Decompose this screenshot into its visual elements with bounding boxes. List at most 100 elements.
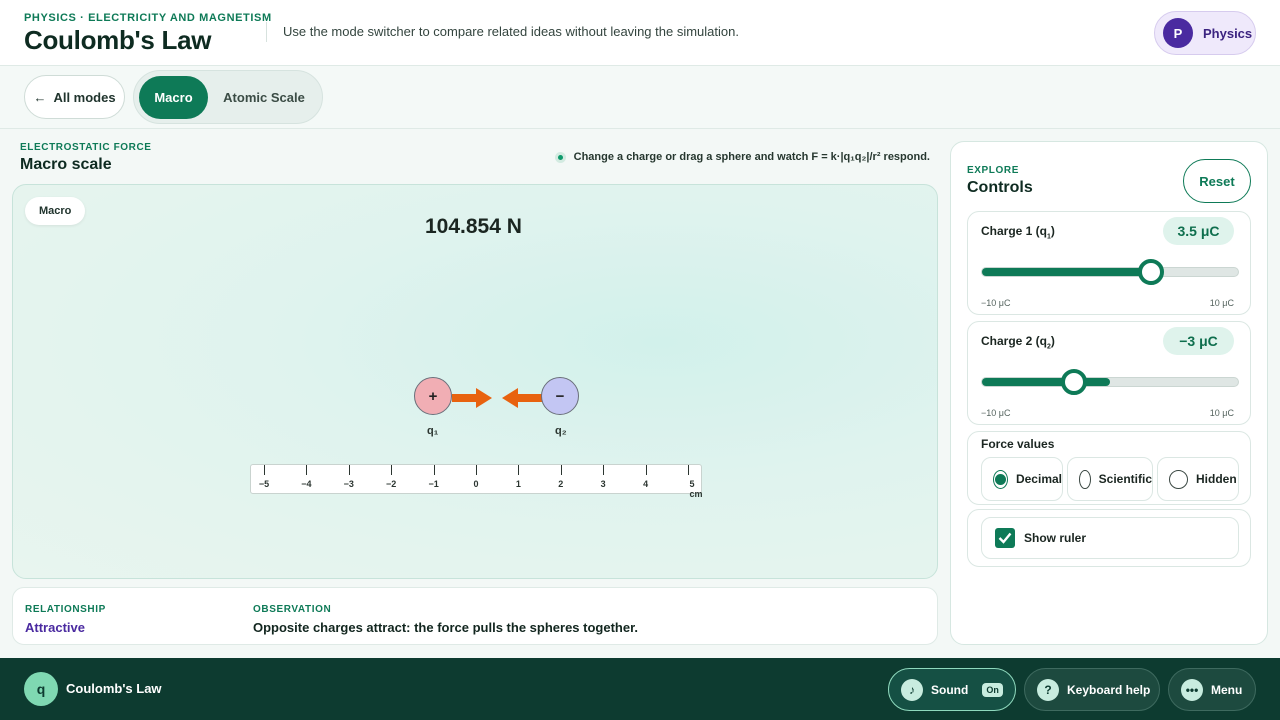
question-icon: ?	[1037, 678, 1059, 701]
radio-scientific-label: Scientific	[1098, 472, 1152, 486]
show-ruler-label: Show ruler	[1024, 531, 1087, 545]
sphere-2-label: q₂	[555, 425, 567, 437]
app-header: PHYSICS · ELECTRICITY AND MAGNETISM Coul…	[0, 0, 1280, 66]
mode-bar: ← All modes Macro Atomic Scale	[0, 66, 1280, 129]
ruler-tick-label: −3	[343, 479, 354, 489]
mode-switcher: Macro Atomic Scale	[133, 70, 323, 124]
sphere-1-label: q₁	[427, 425, 439, 437]
ruler-tick	[348, 465, 350, 475]
ruler-tick-label: −5	[258, 479, 270, 489]
charge-2-slider[interactable]	[981, 369, 1239, 395]
relationship-card: RELATIONSHIP Attractive OBSERVATION Oppo…	[12, 587, 938, 645]
show-ruler-checkbox[interactable]: Show ruler	[981, 517, 1239, 559]
force-values-label: Force values	[981, 437, 1055, 451]
charge-1-slider-fill	[982, 268, 1151, 276]
charge-2-label: Charge 2 (q2)	[981, 334, 1055, 351]
charge-1-control: Charge 1 (q1) 3.5 μC −10 μC 10 μC	[967, 211, 1251, 315]
ruler-tick	[306, 465, 308, 475]
ruler-tick-label: 0	[473, 479, 479, 489]
section-title: Macro scale	[20, 156, 112, 173]
charge-2-slider-fill	[982, 378, 1110, 386]
keyboard-help-button[interactable]: ? Keyboard help	[1024, 668, 1160, 711]
app-logo: q	[24, 672, 58, 706]
charge-2-min: −10 μC	[981, 408, 1011, 418]
force-arrow-right-icon	[452, 388, 492, 408]
simulation-stage: Macro 104.854 N + q₁ − q₂ −5 −4 −3 −2 −1 0 1 2 3…	[12, 184, 938, 579]
ruler-tick	[476, 465, 477, 475]
charge-sphere-2[interactable]: −	[541, 377, 579, 415]
radio-decimal[interactable]: Decimal	[981, 457, 1063, 501]
show-ruler-control: Show ruler	[967, 509, 1251, 567]
ruler-tick	[433, 465, 435, 475]
ruler-tick-label: 4	[643, 479, 649, 489]
radio-scientific[interactable]: Scientific	[1067, 457, 1153, 501]
ruler-tick-label: 1	[515, 479, 521, 489]
charge-2-control: Charge 2 (q2) −3 μC −10 μC 10 μC	[967, 321, 1251, 425]
reset-button[interactable]: Reset	[1183, 159, 1251, 203]
subject-profile-button[interactable]: P Physics	[1154, 11, 1256, 55]
subject-breadcrumb: PHYSICS · ELECTRICITY AND MAGNETISM	[24, 12, 272, 24]
charge-sphere-1[interactable]: +	[414, 377, 452, 415]
ruler-tick-label: 5 cm	[689, 479, 703, 499]
ruler-tick-label: 2	[558, 479, 564, 489]
charge-1-value: 3.5 μC	[1163, 217, 1234, 245]
relationship-value: Attractive	[25, 620, 85, 635]
panel-title: Controls	[967, 179, 1033, 196]
force-arrow-left-icon	[502, 388, 542, 408]
all-modes-label: All modes	[53, 89, 116, 105]
footer-title: Coulomb's Law	[66, 681, 162, 696]
header-description: Use the mode switcher to compare related…	[283, 24, 739, 39]
force-values-control: Force values Decimal Scientific Hidden	[967, 431, 1251, 505]
instruction-hint: Change a charge or drag a sphere and wat…	[554, 151, 930, 163]
radio-unselected-icon	[1079, 469, 1091, 489]
panel-eyebrow: EXPLORE	[967, 165, 1019, 176]
ruler-tick-label: −4	[301, 479, 312, 489]
status-dot-icon	[554, 151, 566, 163]
section-eyebrow: ELECTROSTATIC FORCE	[20, 142, 152, 153]
stage-mode-chip: Macro	[25, 197, 86, 225]
radio-hidden[interactable]: Hidden	[1157, 457, 1239, 501]
mode-tab-macro[interactable]: Macro	[139, 76, 208, 119]
charge-1-slider-thumb[interactable]	[1137, 259, 1164, 285]
observation-label: OBSERVATION	[253, 604, 332, 615]
ruler-tick	[264, 465, 265, 475]
sound-toggle-button[interactable]: ♪ Sound On	[888, 668, 1016, 711]
sound-label: Sound	[931, 682, 969, 697]
charge-2-max: 10 μC	[1209, 408, 1234, 418]
ruler-tick-label: −1	[428, 479, 439, 489]
ruler-tick	[645, 465, 647, 475]
keyboard-help-label: Keyboard help	[1067, 682, 1151, 697]
menu-button[interactable]: ••• Menu	[1168, 668, 1256, 711]
radio-hidden-label: Hidden	[1196, 472, 1237, 486]
all-modes-button[interactable]: ← All modes	[24, 75, 125, 119]
ruler-tick	[391, 465, 393, 475]
avatar: P	[1163, 18, 1193, 48]
charge-1-slider[interactable]	[981, 259, 1239, 285]
ruler-tick	[518, 465, 520, 475]
header-divider	[266, 22, 267, 42]
force-readout: 104.854 N	[425, 215, 522, 238]
page-title: Coulomb's Law	[24, 25, 212, 55]
sound-state-badge: On	[982, 682, 1003, 697]
observation-value: Opposite charges attract: the force pull…	[253, 620, 639, 635]
charge-1-max: 10 μC	[1209, 298, 1234, 308]
arrow-left-icon: ←	[33, 89, 47, 105]
hint-text: Change a charge or drag a sphere and wat…	[573, 151, 930, 163]
music-note-icon: ♪	[901, 678, 923, 701]
radio-unselected-icon	[1169, 469, 1188, 489]
more-dots-icon: •••	[1181, 678, 1203, 701]
menu-label: Menu	[1211, 682, 1243, 697]
ruler-tick	[603, 465, 605, 475]
checkmark-icon	[995, 528, 1015, 548]
mode-tab-atomic-scale[interactable]: Atomic Scale	[214, 76, 314, 119]
charge-2-slider-thumb[interactable]	[1061, 369, 1088, 395]
charge-2-value: −3 μC	[1163, 327, 1234, 355]
relationship-label: RELATIONSHIP	[25, 604, 106, 615]
radio-decimal-label: Decimal	[1015, 472, 1062, 486]
controls-panel: EXPLORE Controls Reset Charge 1 (q1) 3.5…	[950, 141, 1268, 645]
profile-label: Physics	[1203, 25, 1253, 41]
distance-ruler[interactable]: −5 −4 −3 −2 −1 0 1 2 3 4 5 cm	[250, 464, 703, 499]
charge-1-label: Charge 1 (q1)	[981, 224, 1055, 241]
charge-1-min: −10 μC	[981, 298, 1011, 308]
ruler-tick-label: 3	[600, 479, 606, 489]
